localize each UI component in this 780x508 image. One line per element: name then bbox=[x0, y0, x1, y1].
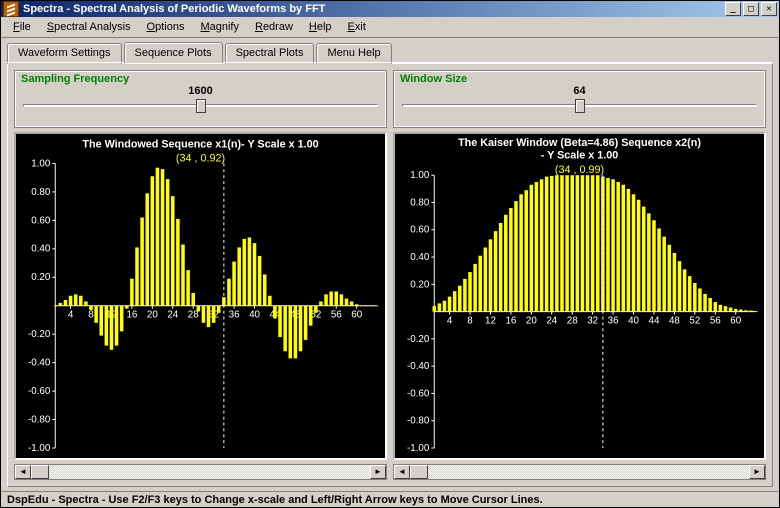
sampling-frequency-slider[interactable] bbox=[23, 99, 378, 113]
svg-text:0.20: 0.20 bbox=[410, 279, 430, 290]
svg-text:4: 4 bbox=[447, 315, 453, 326]
charts-row: The Windowed Sequence x1(n)- Y Scale x 1… bbox=[14, 132, 766, 460]
svg-text:40: 40 bbox=[249, 310, 260, 321]
tab-menu-help[interactable]: Menu Help bbox=[316, 43, 391, 64]
tab-content: Sampling Frequency 1600 Window Size 64 T… bbox=[7, 63, 773, 487]
svg-text:0.40: 0.40 bbox=[410, 252, 430, 263]
svg-text:28: 28 bbox=[567, 315, 578, 326]
svg-text:-0.40: -0.40 bbox=[28, 358, 51, 369]
svg-text:60: 60 bbox=[351, 310, 362, 321]
tab-sequence-plots[interactable]: Sequence Plots bbox=[124, 42, 223, 63]
svg-text:0.80: 0.80 bbox=[410, 197, 430, 208]
menu-exit[interactable]: Exit bbox=[340, 19, 374, 35]
svg-text:16: 16 bbox=[505, 315, 516, 326]
app-window: Spectra - Spectral Analysis of Periodic … bbox=[0, 0, 780, 508]
svg-text:8: 8 bbox=[88, 310, 94, 321]
svg-text:1.00: 1.00 bbox=[31, 158, 51, 169]
svg-text:1.00: 1.00 bbox=[410, 170, 430, 181]
window-size-slider[interactable] bbox=[402, 99, 757, 113]
svg-text:-0.60: -0.60 bbox=[28, 386, 51, 397]
menu-magnify[interactable]: Magnify bbox=[192, 19, 247, 35]
svg-text:12: 12 bbox=[485, 315, 496, 326]
chart-right-hscroll[interactable]: ◄ ► bbox=[393, 464, 766, 480]
svg-text:56: 56 bbox=[710, 315, 721, 326]
svg-text:-0.20: -0.20 bbox=[28, 329, 51, 340]
tab-bar: Waveform SettingsSequence PlotsSpectral … bbox=[1, 38, 779, 63]
scroll-right-icon[interactable]: ► bbox=[370, 465, 386, 479]
svg-text:20: 20 bbox=[147, 310, 158, 321]
menu-redraw[interactable]: Redraw bbox=[247, 19, 301, 35]
svg-text:32: 32 bbox=[587, 315, 598, 326]
svg-text:-0.80: -0.80 bbox=[407, 416, 430, 427]
svg-text:0.20: 0.20 bbox=[31, 272, 51, 283]
svg-text:20: 20 bbox=[526, 315, 537, 326]
svg-text:48: 48 bbox=[669, 315, 680, 326]
svg-text:(34 , 0.99): (34 , 0.99) bbox=[555, 164, 604, 176]
window-size-label: Window Size bbox=[400, 73, 759, 85]
window-title: Spectra - Spectral Analysis of Periodic … bbox=[23, 3, 725, 15]
controls-row: Sampling Frequency 1600 Window Size 64 bbox=[14, 70, 766, 128]
svg-text:44: 44 bbox=[649, 315, 660, 326]
svg-text:0.60: 0.60 bbox=[31, 215, 51, 226]
scroll-left-icon[interactable]: ◄ bbox=[15, 465, 31, 479]
svg-text:0.40: 0.40 bbox=[31, 244, 51, 255]
svg-text:52: 52 bbox=[689, 315, 700, 326]
svg-text:40: 40 bbox=[628, 315, 639, 326]
svg-text:24: 24 bbox=[167, 310, 178, 321]
app-icon bbox=[3, 1, 19, 17]
chart-left[interactable]: The Windowed Sequence x1(n)- Y Scale x 1… bbox=[14, 132, 387, 460]
svg-text:56: 56 bbox=[331, 310, 342, 321]
svg-text:-1.00: -1.00 bbox=[28, 443, 51, 454]
scroll-left-icon[interactable]: ◄ bbox=[394, 465, 410, 479]
sampling-frequency-label: Sampling Frequency bbox=[21, 73, 380, 85]
window-size-group: Window Size 64 bbox=[393, 70, 766, 128]
svg-text:0.80: 0.80 bbox=[31, 187, 51, 198]
svg-text:-1.00: -1.00 bbox=[407, 443, 430, 454]
close-button[interactable]: ✕ bbox=[761, 2, 777, 16]
svg-text:-0.60: -0.60 bbox=[407, 388, 430, 399]
menu-help[interactable]: Help bbox=[301, 19, 340, 35]
minimize-button[interactable]: _ bbox=[725, 2, 741, 16]
status-text: DspEdu - Spectra - Use F2/F3 keys to Cha… bbox=[7, 494, 543, 506]
svg-text:60: 60 bbox=[730, 315, 741, 326]
tab-spectral-plots[interactable]: Spectral Plots bbox=[225, 43, 315, 64]
chart-right[interactable]: The Kaiser Window (Beta=4.86) Sequence x… bbox=[393, 132, 766, 460]
maximize-button[interactable]: □ bbox=[743, 2, 759, 16]
sampling-frequency-value: 1600 bbox=[21, 85, 380, 97]
menu-options[interactable]: Options bbox=[139, 19, 193, 35]
svg-text:16: 16 bbox=[126, 310, 137, 321]
chart-left-hscroll[interactable]: ◄ ► bbox=[14, 464, 387, 480]
menu-file[interactable]: File bbox=[5, 19, 39, 35]
svg-text:8: 8 bbox=[467, 315, 473, 326]
svg-text:4: 4 bbox=[68, 310, 74, 321]
svg-text:24: 24 bbox=[546, 315, 557, 326]
titlebar: Spectra - Spectral Analysis of Periodic … bbox=[1, 1, 779, 17]
svg-text:The Windowed Sequence x1(n)- Y: The Windowed Sequence x1(n)- Y Scale x 1… bbox=[82, 139, 318, 151]
svg-text:-0.80: -0.80 bbox=[28, 415, 51, 426]
menu-spectral-analysis[interactable]: Spectral Analysis bbox=[39, 19, 139, 35]
window-size-value: 64 bbox=[400, 85, 759, 97]
svg-text:The Kaiser Window (Beta=4.86): The Kaiser Window (Beta=4.86) Sequence x… bbox=[458, 137, 701, 149]
svg-text:36: 36 bbox=[608, 315, 619, 326]
svg-text:- Y Scale x 1.00: - Y Scale x 1.00 bbox=[541, 150, 619, 162]
svg-text:(34 , 0.92): (34 , 0.92) bbox=[176, 152, 225, 164]
svg-text:0.60: 0.60 bbox=[410, 225, 430, 236]
scroll-row: ◄ ► ◄ ► bbox=[14, 464, 766, 480]
sampling-frequency-group: Sampling Frequency 1600 bbox=[14, 70, 387, 128]
tab-waveform-settings[interactable]: Waveform Settings bbox=[7, 43, 122, 64]
svg-text:-0.40: -0.40 bbox=[407, 361, 430, 372]
svg-text:-0.20: -0.20 bbox=[407, 334, 430, 345]
svg-text:36: 36 bbox=[229, 310, 240, 321]
menubar: FileSpectral AnalysisOptionsMagnifyRedra… bbox=[1, 17, 779, 38]
scroll-right-icon[interactable]: ► bbox=[749, 465, 765, 479]
status-bar: DspEdu - Spectra - Use F2/F3 keys to Cha… bbox=[1, 491, 779, 508]
